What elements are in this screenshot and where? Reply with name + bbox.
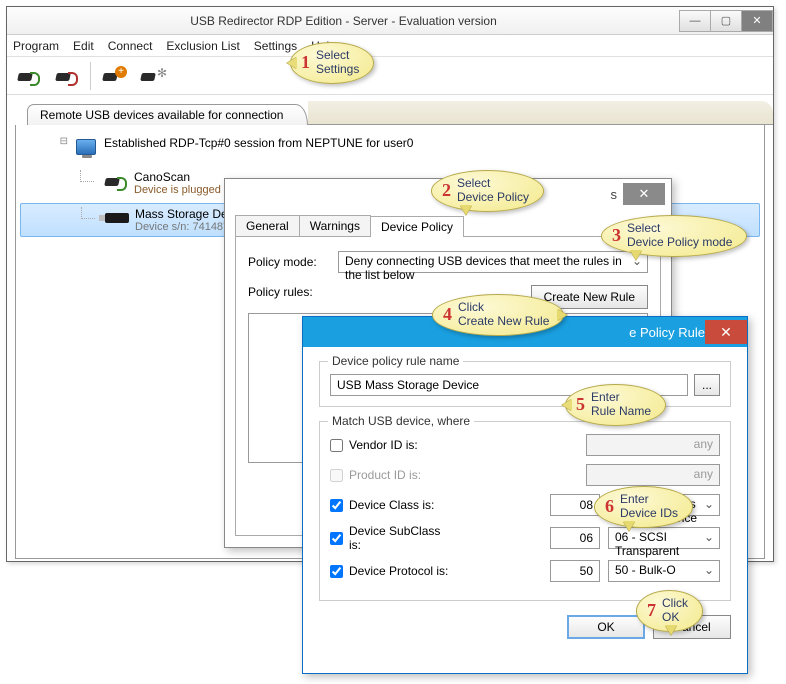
tab-device-policy[interactable]: Device Policy — [370, 216, 464, 237]
settings-tabs: General Warnings Device Policy — [235, 215, 661, 236]
policy-mode-label: Policy mode: — [248, 255, 338, 269]
monitor-icon — [76, 139, 96, 155]
main-tabstrip: Remote USB devices available for connect… — [7, 101, 773, 125]
callout-3: 3SelectDevice Policy mode — [601, 215, 747, 257]
menu-exclusion[interactable]: Exclusion List — [166, 39, 239, 53]
plug-green-icon — [16, 66, 42, 86]
tab-remote-devices[interactable]: Remote USB devices available for connect… — [27, 104, 308, 125]
callout-5-text: EnterRule Name — [591, 391, 651, 419]
tree-session-row[interactable]: ⊟ Established RDP-Tcp#0 session from NEP… — [20, 133, 760, 161]
callout-4: 4ClickCreate New Rule — [432, 294, 564, 336]
toolbar-add-button[interactable] — [96, 60, 132, 92]
row-protocol: Device Protocol is: 50 - Bulk-O — [330, 560, 720, 582]
ok-button[interactable]: OK — [567, 615, 645, 639]
callout-2-text: SelectDevice Policy — [457, 177, 529, 205]
usb-stick-icon — [105, 213, 129, 223]
rule-title-text: e Policy Rule — [629, 325, 705, 340]
subclass-num-input[interactable] — [550, 527, 600, 549]
protocol-select-value: 50 - Bulk-O — [615, 563, 676, 577]
subclass-label: Device SubClass is: — [349, 524, 450, 552]
callout-5: 5EnterRule Name — [565, 384, 666, 426]
plug-red-icon — [54, 66, 80, 86]
class-label: Device Class is: — [349, 498, 434, 512]
callout-6-text: EnterDevice IDs — [620, 493, 678, 521]
tab-warnings[interactable]: Warnings — [299, 215, 371, 236]
window-buttons: — ▢ ✕ — [680, 10, 773, 32]
row-subclass: Device SubClass is: 06 - SCSI Transparen… — [330, 524, 720, 552]
protocol-checkbox[interactable] — [330, 565, 343, 578]
vendor-checkbox[interactable] — [330, 439, 343, 452]
device-status: Device is plugged in — [134, 184, 232, 196]
toolbar — [7, 57, 773, 95]
toolbar-separator — [90, 62, 91, 90]
menu-settings[interactable]: Settings — [254, 39, 297, 53]
rule-name-browse-button[interactable]: ... — [694, 374, 720, 396]
protocol-num-input[interactable] — [550, 560, 600, 582]
policy-mode-value: Deny connecting USB devices that meet th… — [345, 254, 622, 282]
policy-mode-select[interactable]: Deny connecting USB devices that meet th… — [338, 251, 648, 273]
callout-3-text: SelectDevice Policy mode — [627, 222, 732, 250]
rule-name-legend: Device policy rule name — [328, 354, 463, 368]
callout-6: 6EnterDevice IDs — [594, 486, 693, 528]
product-id-input: any — [586, 464, 720, 486]
toolbar-connect-button[interactable] — [11, 60, 47, 92]
class-num-input[interactable] — [550, 494, 600, 516]
row-product: Product ID is: any — [330, 464, 720, 486]
row-vendor: Vendor ID is: any — [330, 434, 720, 456]
product-label: Product ID is: — [349, 468, 421, 482]
class-checkbox[interactable] — [330, 499, 343, 512]
vendor-id-input[interactable]: any — [586, 434, 720, 456]
menu-program[interactable]: Program — [13, 39, 59, 53]
protocol-select[interactable]: 50 - Bulk-O — [608, 560, 720, 582]
main-titlebar: USB Redirector RDP Edition - Server - Ev… — [7, 7, 773, 35]
plug-gear-icon — [139, 66, 165, 86]
session-label: Established RDP-Tcp#0 session from NEPTU… — [104, 136, 413, 150]
rule-name-group: Device policy rule name ... — [319, 361, 731, 407]
window-title: USB Redirector RDP Edition - Server - Ev… — [7, 14, 680, 28]
rule-close-button[interactable]: ✕ — [705, 320, 747, 344]
plug-add-icon — [101, 66, 127, 86]
product-checkbox — [330, 469, 343, 482]
vendor-label: Vendor ID is: — [349, 438, 418, 452]
maximize-button[interactable]: ▢ — [710, 10, 742, 32]
menu-connect[interactable]: Connect — [108, 39, 153, 53]
close-button[interactable]: ✕ — [741, 10, 773, 32]
toolbar-disconnect-button[interactable] — [49, 60, 85, 92]
policy-rules-label: Policy rules: — [248, 285, 313, 299]
tab-general[interactable]: General — [235, 215, 300, 236]
callout-1-text: SelectSettings — [316, 49, 359, 77]
callout-7: 7ClickOK — [636, 590, 703, 632]
menu-bar: Program Edit Connect Exclusion List Sett… — [7, 35, 773, 57]
callout-2: 2SelectDevice Policy — [431, 170, 544, 212]
toolbar-settings-button[interactable] — [134, 60, 170, 92]
callout-4-text: ClickCreate New Rule — [458, 301, 549, 329]
callout-1: 1SelectSettings — [290, 42, 374, 84]
settings-close-button[interactable]: ✕ — [623, 183, 665, 205]
menu-edit[interactable]: Edit — [73, 39, 94, 53]
device-name: CanoScan — [134, 170, 232, 184]
match-legend: Match USB device, where — [328, 414, 474, 428]
callout-7-text: ClickOK — [662, 597, 688, 625]
plug-green-icon — [103, 171, 129, 191]
minimize-button[interactable]: — — [679, 10, 711, 32]
subclass-checkbox[interactable] — [330, 532, 343, 545]
tabstrip-rest — [308, 101, 773, 125]
protocol-label: Device Protocol is: — [349, 564, 448, 578]
settings-title-text: s — [611, 187, 618, 202]
